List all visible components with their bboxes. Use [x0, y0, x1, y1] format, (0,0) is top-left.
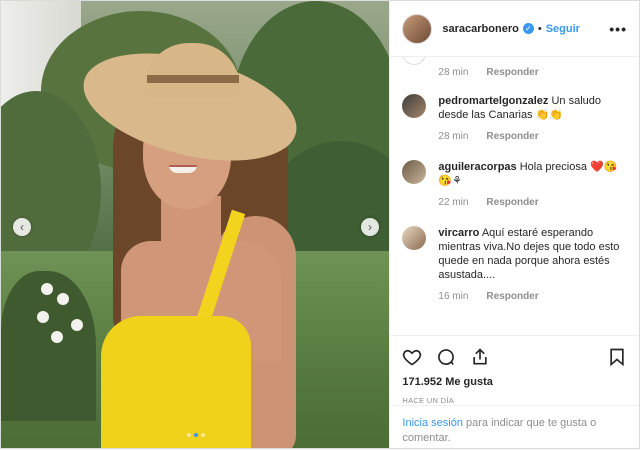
- photo-hat-band: [147, 75, 239, 83]
- comments-list[interactable]: 28 min Responder pedromartelgonzalez Un …: [390, 57, 639, 335]
- reply-button[interactable]: Responder: [486, 130, 538, 144]
- author-username[interactable]: saracarbonero: [442, 23, 518, 35]
- reply-button[interactable]: Responder: [486, 290, 538, 304]
- action-icons-row: [402, 342, 627, 372]
- carousel-next-button[interactable]: ›: [361, 218, 379, 236]
- carousel-dot-active: [193, 433, 198, 437]
- more-options-icon[interactable]: •••: [609, 21, 627, 37]
- comment-meta: 22 min Responder: [402, 196, 627, 210]
- photo-flowers: [1, 271, 96, 421]
- share-icon[interactable]: [470, 347, 490, 367]
- comment-time: 16 min: [438, 291, 469, 302]
- reply-button[interactable]: Responder: [486, 196, 538, 210]
- post-photo[interactable]: ‹ ›: [1, 1, 390, 448]
- chevron-left-icon: ‹: [20, 220, 24, 234]
- login-prompt: Inicia sesión para indicar que te gusta …: [390, 405, 639, 451]
- comment-time: 28 min: [438, 67, 469, 78]
- comment-avatar: [402, 57, 427, 65]
- flower: [71, 319, 83, 331]
- separator-dot: •: [537, 22, 542, 35]
- comment-item: pedromartelgonzalez Un saludo desde las …: [402, 94, 627, 144]
- instagram-post: ‹ › saracarbonero ✓ • Seguir ••• 28 min …: [0, 0, 640, 449]
- photo-swimsuit: [101, 316, 251, 448]
- post-timestamp: HACE UN DÍA: [402, 396, 455, 405]
- carousel-dot: [200, 433, 205, 437]
- likes-count[interactable]: 171.952 Me gusta: [402, 376, 627, 388]
- comment-meta: 16 min Responder: [402, 290, 627, 304]
- carousel-prev-button[interactable]: ‹: [13, 218, 31, 236]
- comment-body: aguileracorpas Hola preciosa ❤️😘😘⚘ 22 mi…: [438, 160, 627, 210]
- carousel-dot: [186, 433, 191, 437]
- flower: [37, 311, 49, 323]
- comment-partial: [402, 57, 627, 65]
- photo-smile: [169, 165, 197, 173]
- post-actions: 171.952 Me gusta HACE UN DÍA: [390, 335, 639, 405]
- comment-username[interactable]: aguileracorpas: [438, 161, 516, 173]
- comment-meta: 28 min Responder: [402, 67, 627, 78]
- reply-button[interactable]: Responder: [486, 67, 538, 78]
- author-avatar[interactable]: [402, 13, 433, 44]
- comment-time: 28 min: [438, 131, 469, 142]
- comment-username[interactable]: vircarro: [438, 227, 479, 239]
- verified-badge-icon: ✓: [522, 23, 534, 34]
- comment-meta: 28 min Responder: [402, 130, 627, 144]
- comment-body: vircarro Aquí estaré esperando mientras …: [438, 226, 627, 304]
- comment-avatar[interactable]: [402, 160, 427, 184]
- bookmark-icon[interactable]: [607, 347, 627, 367]
- chevron-right-icon: ›: [368, 220, 372, 234]
- comment-avatar[interactable]: [402, 226, 427, 250]
- comment-body: pedromartelgonzalez Un saludo desde las …: [438, 94, 627, 144]
- comment-avatar[interactable]: [402, 94, 427, 118]
- comment-item: aguileracorpas Hola preciosa ❤️😘😘⚘ 22 mi…: [402, 160, 627, 210]
- follow-button[interactable]: Seguir: [546, 23, 580, 35]
- comment-item: vircarro Aquí estaré esperando mientras …: [402, 226, 627, 304]
- flower: [41, 283, 53, 295]
- comment-icon[interactable]: [436, 347, 456, 367]
- comment-username[interactable]: pedromartelgonzalez: [438, 95, 548, 107]
- comment-time: 22 min: [438, 197, 469, 208]
- carousel-indicator: [1, 433, 389, 437]
- post-header: saracarbonero ✓ • Seguir •••: [390, 1, 639, 57]
- flower: [57, 293, 69, 305]
- heart-icon[interactable]: [402, 347, 422, 367]
- post-sidebar: saracarbonero ✓ • Seguir ••• 28 min Resp…: [389, 1, 639, 448]
- login-link[interactable]: Inicia sesión: [402, 417, 463, 429]
- flower: [51, 331, 63, 343]
